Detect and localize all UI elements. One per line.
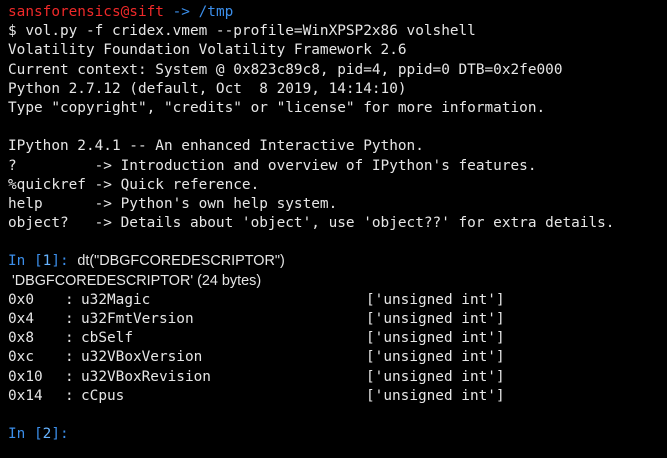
field-type: ['unsigned int'] bbox=[366, 330, 505, 347]
field-offset: 0x0 bbox=[8, 291, 34, 308]
in-label: In [ bbox=[8, 253, 43, 270]
terminal-window[interactable]: sansforensics@sift -> /tmp $ vol.py -f c… bbox=[0, 0, 667, 458]
field-type: ['unsigned int'] bbox=[366, 291, 505, 308]
output-line: help -> Python's own help system. bbox=[8, 195, 338, 212]
field-name: u32FmtVersion bbox=[81, 311, 194, 327]
field-name: cCpus bbox=[81, 387, 125, 404]
ipython-input-1: In [1]: dt("DBGFCOREDESCRIPTOR") bbox=[8, 252, 667, 271]
struct-field-row: 0x14: cCpus ['unsigned int'] bbox=[8, 387, 667, 406]
struct-header: 'DBGFCOREDESCRIPTOR' (24 bytes) bbox=[8, 272, 262, 289]
field-name: cbSelf bbox=[81, 330, 133, 347]
output-line: Current context: System @ 0x823c89c8, pi… bbox=[8, 61, 563, 78]
struct-field-row: 0x8: cbSelf ['unsigned int'] bbox=[8, 329, 667, 348]
struct-field-row: 0x0: u32Magic ['unsigned int'] bbox=[8, 291, 667, 310]
field-colon: : bbox=[65, 291, 74, 308]
field-type: ['unsigned int'] bbox=[366, 349, 505, 366]
field-type: ['unsigned int'] bbox=[366, 368, 505, 385]
in-close: ]: bbox=[51, 426, 69, 443]
command-line: $ vol.py -f cridex.vmem --profile=WinXPS… bbox=[8, 23, 476, 40]
prompt-arrow: -> bbox=[172, 4, 190, 20]
field-colon: : bbox=[65, 311, 74, 327]
in-close: ]: bbox=[51, 253, 78, 270]
field-colon: : bbox=[65, 368, 74, 385]
field-colon: : bbox=[65, 349, 74, 366]
field-offset: 0x14 bbox=[8, 387, 43, 404]
field-name: u32VBoxRevision bbox=[81, 368, 211, 385]
field-type: ['unsigned int'] bbox=[366, 387, 505, 404]
output-line: Type "copyright", "credits" or "license"… bbox=[8, 99, 546, 116]
field-name: u32Magic bbox=[81, 291, 151, 308]
struct-field-row: 0x4: u32FmtVersion ['unsigned int'] bbox=[8, 310, 667, 329]
output-line: object? -> Details about 'object', use '… bbox=[8, 215, 615, 232]
field-colon: : bbox=[65, 387, 74, 404]
in-label: In [ bbox=[8, 426, 43, 443]
field-offset: 0x8 bbox=[8, 330, 34, 347]
field-name: u32VBoxVersion bbox=[81, 349, 203, 366]
input-command: dt("DBGFCOREDESCRIPTOR") bbox=[77, 253, 285, 270]
output-line: %quickref -> Quick reference. bbox=[8, 176, 260, 193]
output-line: IPython 2.4.1 -- An enhanced Interactive… bbox=[8, 138, 424, 155]
field-offset: 0x10 bbox=[8, 368, 43, 385]
struct-field-row: 0x10: u32VBoxRevision ['unsigned int'] bbox=[8, 368, 667, 387]
field-type: ['unsigned int'] bbox=[366, 311, 505, 327]
field-offset: 0xc bbox=[8, 349, 34, 366]
field-colon: : bbox=[65, 330, 74, 347]
output-line: Python 2.7.12 (default, Oct 8 2019, 14:1… bbox=[8, 80, 407, 97]
prompt-path: /tmp bbox=[198, 4, 234, 20]
prompt-user-host: sansforensics@sift bbox=[8, 4, 164, 20]
output-line: ? -> Introduction and overview of IPytho… bbox=[8, 157, 537, 174]
struct-field-row: 0xc: u32VBoxVersion ['unsigned int'] bbox=[8, 348, 667, 367]
output-line: Volatility Foundation Volatility Framewo… bbox=[8, 42, 407, 59]
field-offset: 0x4 bbox=[8, 311, 34, 327]
ipython-input-2[interactable]: In [2]: bbox=[8, 425, 667, 444]
shell-prompt: sansforensics@sift -> /tmp bbox=[8, 3, 667, 22]
